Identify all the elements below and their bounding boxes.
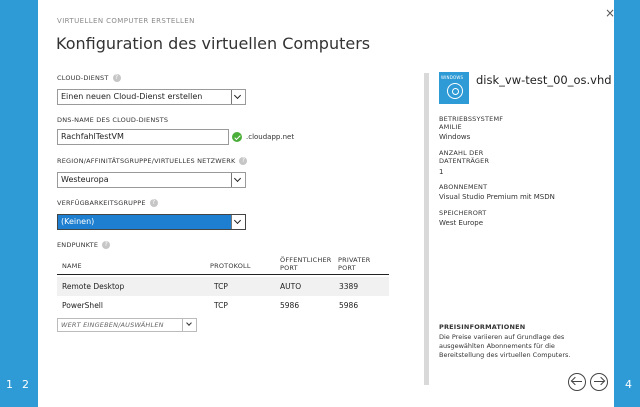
chevron-down-icon[interactable] <box>231 215 245 229</box>
close-icon[interactable]: × <box>605 6 615 20</box>
help-icon[interactable]: ? <box>102 241 111 249</box>
disk-count-label: ANZAHL DER DATENTRÄGER <box>439 149 490 165</box>
chevron-down-icon[interactable] <box>231 173 245 187</box>
help-icon[interactable]: ? <box>112 74 121 82</box>
dns-name-label: DNS-NAME DES CLOUD-DIENSTS <box>57 116 169 124</box>
help-icon[interactable]: ? <box>239 157 248 165</box>
wizard-header: VIRTUELLEN COMPUTER ERSTELLEN <box>57 17 195 25</box>
step-4[interactable]: 4 <box>625 378 632 391</box>
endpoint-protocol: TCP <box>214 301 228 310</box>
subscription-value: Visual Studio Premium mit MSDN <box>439 193 555 201</box>
arrow-left-icon <box>572 381 582 383</box>
endpoint-private-port: 3389 <box>339 282 359 291</box>
dns-suffix: .cloudapp.net <box>246 133 295 141</box>
endpoint-name: PowerShell <box>62 301 103 310</box>
endpoints-label: ENDPUNKTE? <box>57 241 111 249</box>
cloud-service-label: CLOUD-DIENST? <box>57 74 121 82</box>
wizard-step-bar-left <box>0 0 38 407</box>
dns-name-input[interactable]: RachfahlTestVM <box>57 129 229 145</box>
step-1[interactable]: 1 <box>6 378 13 391</box>
endpoint-name: Remote Desktop <box>62 282 125 291</box>
add-endpoint-combobox[interactable]: WERT EINGEBEN/AUSWÄHLEN <box>57 318 197 332</box>
page-title: Konfiguration des virtuellen Computers <box>56 34 371 53</box>
help-icon[interactable]: ? <box>149 199 158 207</box>
chevron-down-icon[interactable] <box>231 90 245 104</box>
column-header-protocol: PROTOKOLL <box>210 262 251 270</box>
location-value: West Europe <box>439 219 484 227</box>
disk-image-icon: WINDOWS <box>439 72 469 104</box>
column-header-public-port: ÖFFENTLICHER PORT <box>280 256 332 272</box>
add-endpoint-input[interactable]: WERT EINGEBEN/AUSWÄHLEN <box>61 319 164 331</box>
arrow-right-icon <box>594 381 604 383</box>
column-header-private-port: PRIVATER PORT <box>338 256 371 272</box>
endpoint-public-port: 5986 <box>280 301 300 310</box>
pricing-label: PREISINFORMATIONEN <box>439 323 526 331</box>
table-row[interactable]: PowerShell TCP 5986 5986 <box>57 296 389 315</box>
chevron-down-icon[interactable] <box>182 319 196 331</box>
endpoint-public-port: AUTO <box>280 282 302 291</box>
subscription-label: ABONNEMENT <box>439 183 488 191</box>
availability-set-label: VERFÜGBARKEITSGRUPPE? <box>57 199 158 207</box>
back-button[interactable] <box>568 373 586 391</box>
panel-divider <box>424 73 429 385</box>
table-header-divider <box>57 274 389 275</box>
disk-count-value: 1 <box>439 168 444 176</box>
os-family-value: Windows <box>439 133 471 141</box>
endpoint-private-port: 5986 <box>339 301 359 310</box>
region-select[interactable]: Westeuropa <box>57 172 246 188</box>
location-label: SPEICHERORT <box>439 209 487 217</box>
os-family-label: BETRIEBSSYSTEMF AMILIE <box>439 115 504 131</box>
endpoint-protocol: TCP <box>214 282 228 291</box>
availability-set-select[interactable]: (Keinen) <box>57 214 246 230</box>
disk-name: disk_vw-test_00_os.vhd <box>476 73 612 87</box>
table-row[interactable]: Remote Desktop TCP AUTO 3389 <box>57 277 389 296</box>
wizard-step-bar-right <box>614 0 640 407</box>
step-2[interactable]: 2 <box>22 378 29 391</box>
pricing-text: Die Preise variieren auf Grundlage des a… <box>439 333 571 359</box>
cloud-service-select[interactable]: Einen neuen Cloud-Dienst erstellen <box>57 89 246 105</box>
next-button[interactable] <box>590 373 608 391</box>
check-icon <box>232 132 242 142</box>
column-header-name: NAME <box>62 262 82 270</box>
region-label: REGION/AFFINITÄTSGRUPPE/VIRTUELLES NETZW… <box>57 157 248 165</box>
